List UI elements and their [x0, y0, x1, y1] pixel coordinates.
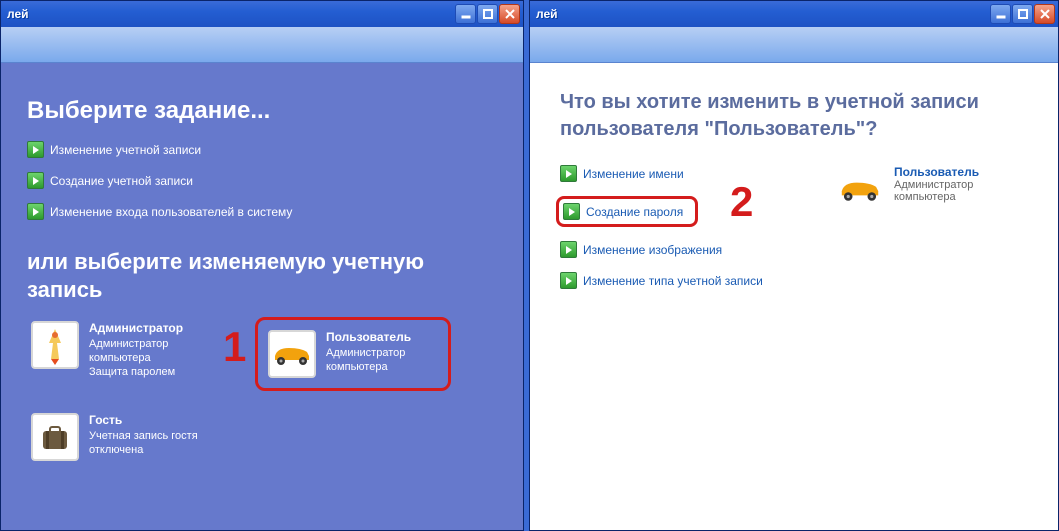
rocket-icon: [35, 325, 75, 365]
close-button[interactable]: [1034, 4, 1055, 24]
arrow-right-icon: [560, 165, 577, 182]
window-title-left: лей: [7, 7, 455, 21]
account-name: Пользователь: [326, 330, 411, 346]
arrow-right-icon: [560, 241, 577, 258]
arrow-right-icon: [27, 172, 44, 189]
task-create-account[interactable]: Создание учетной записи: [27, 172, 497, 189]
account-desc: Защита паролем: [89, 365, 183, 379]
task-create-password[interactable]: Создание пароля: [556, 196, 698, 227]
maximize-icon: [482, 8, 494, 20]
close-icon: [1039, 8, 1051, 20]
account-desc: Учетная запись гостя: [89, 429, 198, 443]
annotation-number-2: 2: [730, 178, 753, 226]
car-icon: [271, 340, 313, 368]
titlebar-left[interactable]: лей: [1, 1, 523, 27]
toolbar-left: [1, 27, 523, 63]
titlebar-right[interactable]: лей: [530, 1, 1058, 27]
task-change-account[interactable]: Изменение учетной записи: [27, 141, 497, 158]
task-label: Изменение входа пользователей в систему: [50, 205, 292, 219]
account-name: Гость: [89, 413, 198, 429]
task-label: Создание пароля: [586, 205, 683, 219]
account-desc: Администратор: [89, 337, 183, 351]
maximize-button[interactable]: [477, 4, 498, 24]
arrow-right-icon: [27, 203, 44, 220]
toolbar-right: [530, 27, 1058, 63]
maximize-icon: [1017, 8, 1029, 20]
task-label: Изменение типа учетной записи: [583, 274, 763, 288]
heading-choose-account: или выберите изменяемую учетную запись: [27, 248, 497, 303]
selected-user-name: Пользователь: [894, 165, 1036, 179]
task-change-name[interactable]: Изменение имени: [560, 165, 790, 182]
task-label: Изменение учетной записи: [50, 143, 201, 157]
account-item-admin[interactable]: Администратор Администратор компьютера З…: [27, 317, 237, 391]
minimize-icon: [460, 8, 472, 20]
task-label: Изменение изображения: [583, 243, 722, 257]
task-label: Изменение имени: [583, 167, 684, 181]
account-desc: компьютера: [89, 351, 183, 365]
accounts-list: Администратор Администратор компьютера З…: [27, 317, 497, 465]
account-desc: Администратор: [326, 346, 411, 360]
content-left: Выберите задание... Изменение учетной за…: [1, 63, 523, 530]
task-change-account-type[interactable]: Изменение типа учетной записи: [560, 272, 790, 289]
account-desc: компьютера: [326, 360, 411, 374]
window-title-right: лей: [536, 7, 990, 21]
maximize-button[interactable]: [1012, 4, 1033, 24]
car-icon: [837, 174, 883, 204]
close-icon: [504, 8, 516, 20]
task-change-logon[interactable]: Изменение входа пользователей в систему: [27, 203, 497, 220]
avatar: [31, 321, 79, 369]
account-desc: отключена: [89, 443, 198, 457]
avatar: [836, 165, 884, 213]
minimize-icon: [995, 8, 1007, 20]
task-change-picture[interactable]: Изменение изображения: [560, 241, 790, 258]
window-user-account-detail: лей Что вы хотите изменить в учетной зап…: [529, 0, 1059, 531]
heading-what-to-change: Что вы хотите изменить в учетной записи …: [560, 89, 1036, 143]
content-right: Что вы хотите изменить в учетной записи …: [530, 63, 1058, 530]
heading-choose-task: Выберите задание...: [27, 97, 497, 125]
arrow-right-icon: [563, 203, 580, 220]
window-user-accounts-main: лей Выберите задание... Изменение учетно…: [0, 0, 524, 531]
annotation-number-1: 1: [223, 323, 246, 371]
avatar: [268, 330, 316, 378]
avatar: [31, 413, 79, 461]
suitcase-icon: [35, 417, 75, 457]
account-name: Администратор: [89, 321, 183, 337]
arrow-right-icon: [27, 141, 44, 158]
arrow-right-icon: [560, 272, 577, 289]
minimize-button[interactable]: [455, 4, 476, 24]
close-button[interactable]: [499, 4, 520, 24]
selected-user-block: Пользователь Администратор компьютера: [836, 165, 1036, 213]
account-item-user[interactable]: Пользователь Администратор компьютера: [255, 317, 451, 391]
minimize-button[interactable]: [990, 4, 1011, 24]
task-label: Создание учетной записи: [50, 174, 193, 188]
selected-user-desc: Администратор компьютера: [894, 179, 1036, 203]
account-item-guest[interactable]: Гость Учетная запись гостя отключена: [27, 409, 237, 465]
